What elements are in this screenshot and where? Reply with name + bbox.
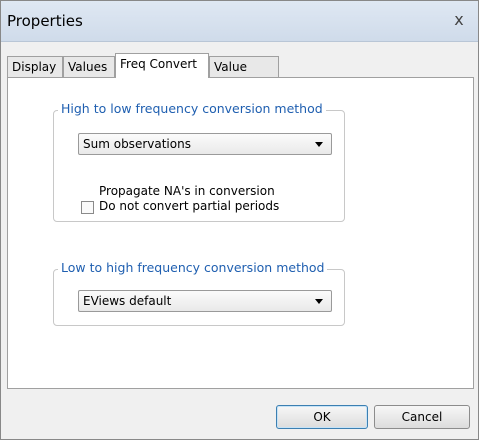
low-to-high-group: Low to high frequency conversion method … — [53, 260, 345, 326]
chevron-down-icon — [315, 142, 323, 147]
propagate-na-label: Propagate NA's in conversion — [99, 184, 275, 198]
low-to-high-method-value: EViews default — [83, 294, 172, 308]
chevron-down-icon — [315, 299, 323, 304]
propagate-na-checkbox[interactable] — [81, 201, 94, 214]
high-to-low-legend: High to low frequency conversion method — [58, 101, 326, 116]
low-to-high-method-select[interactable]: EViews default — [78, 290, 332, 312]
high-to-low-method-value: Sum observations — [83, 137, 191, 151]
cancel-button[interactable]: Cancel — [374, 405, 470, 429]
properties-dialog: Properties x Display Values Freq Convert… — [0, 0, 479, 440]
low-to-high-legend: Low to high frequency conversion method — [58, 260, 328, 275]
high-to-low-group: High to low frequency conversion method … — [53, 101, 345, 222]
freq-convert-panel: High to low frequency conversion method … — [7, 77, 474, 389]
tab-freq-convert[interactable]: Freq Convert — [115, 53, 209, 78]
tab-values[interactable]: Values — [63, 56, 115, 77]
no-partial-periods-label: Do not convert partial periods — [99, 199, 280, 213]
tab-value-map[interactable]: Value Map — [209, 56, 279, 94]
close-icon[interactable]: x — [448, 9, 470, 31]
high-to-low-method-select[interactable]: Sum observations — [78, 133, 332, 155]
ok-button[interactable]: OK — [276, 405, 368, 429]
title-bar: Properties x — [1, 1, 478, 42]
dialog-title: Properties — [7, 12, 83, 30]
tab-display[interactable]: Display — [7, 56, 63, 77]
